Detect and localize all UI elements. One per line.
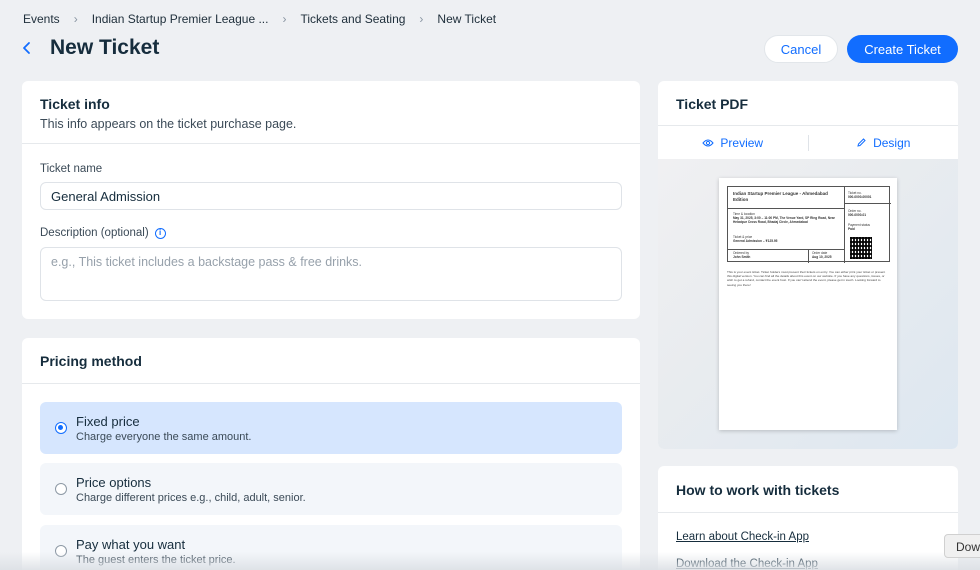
description-label: Description (optional) i — [40, 227, 166, 239]
order-date-value: Aug 10, 2025 — [812, 255, 832, 260]
ticket-info-card: Ticket info This info appears on the tic… — [22, 81, 640, 319]
pricing-method-card: Pricing method Fixed price Charge everyo… — [22, 338, 640, 570]
ticket-event-name: Indian Startup Premier League - Ahmedaba… — [733, 191, 828, 202]
ticket-info-header: Ticket info This info appears on the tic… — [40, 96, 296, 131]
how-to-card: How to work with tickets Learn about Che… — [658, 466, 958, 570]
preview-tab[interactable]: Preview — [658, 136, 808, 150]
pricing-option-fixed[interactable]: Fixed price Charge everyone the same amo… — [40, 402, 622, 454]
ticket-details-box: Indian Startup Premier League - Ahmedaba… — [727, 186, 891, 263]
payment-status-value: Paid — [848, 227, 855, 232]
description-label-text: Description (optional) — [40, 227, 149, 239]
option-subtitle: Charge different prices e.g., child, adu… — [76, 492, 306, 504]
ticket-price-block: Ticket & price General Admission – ₹125.… — [733, 235, 838, 243]
ticket-note: This is your event ticket. Ticket holder… — [727, 270, 886, 287]
ticket-no-block: Ticket no. 000-0000-00001 — [848, 191, 890, 199]
divider — [22, 383, 640, 384]
radio-button[interactable] — [55, 483, 67, 495]
eye-icon — [702, 139, 715, 146]
pricing-option-pay-what-you-want[interactable]: Pay what you want The guest enters the t… — [40, 525, 622, 570]
ticket-no-value: 000-0000-00001 — [848, 195, 872, 200]
back-arrow-icon[interactable] — [20, 38, 34, 58]
preview-label: Preview — [720, 135, 764, 150]
page-title: New Ticket — [50, 36, 160, 59]
breadcrumb-event[interactable]: Indian Startup Premier League ... — [92, 12, 269, 26]
time-location-value: May 31, 2025, 3:00 – 11:00 PM, The Venue… — [733, 216, 835, 225]
pdf-tabs: Preview Design — [658, 125, 958, 159]
breadcrumb-events[interactable]: Events — [23, 12, 60, 26]
divider — [658, 512, 958, 513]
learn-check-in-link[interactable]: Learn about Check-in App — [676, 531, 809, 543]
cancel-button[interactable]: Cancel — [764, 35, 838, 63]
download-check-in-link[interactable]: Download the Check-in App — [676, 558, 818, 570]
description-textarea[interactable]: e.g., This ticket includes a backstage p… — [40, 247, 622, 301]
option-subtitle: Charge everyone the same amount. — [76, 431, 252, 443]
ticket-pdf-title: Ticket PDF — [676, 96, 749, 112]
ticket-pdf-card: Ticket PDF Preview Design Indian Startup… — [658, 81, 958, 449]
pdf-preview-area: Indian Startup Premier League - Ahmedaba… — [658, 159, 958, 449]
chevron-right-icon: › — [282, 12, 287, 26]
option-subtitle: The guest enters the ticket price. — [76, 554, 236, 566]
radio-button[interactable] — [55, 422, 67, 434]
ticket-info-subtitle: This info appears on the ticket purchase… — [40, 117, 297, 131]
design-tab[interactable]: Design — [809, 136, 959, 150]
ticket-name-label-text: Ticket name — [40, 163, 103, 175]
order-no-value: 000-0000-01 — [848, 213, 867, 218]
time-location-block: Time & location May 31, 2025, 3:00 – 11:… — [733, 212, 838, 224]
how-to-title: How to work with tickets — [676, 482, 840, 498]
breadcrumb-tickets-seating[interactable]: Tickets and Seating — [300, 12, 405, 26]
ordered-by-block: Ordered by John Smith — [733, 251, 803, 259]
breadcrumb-current: New Ticket — [437, 12, 497, 26]
option-title: Pay what you want — [76, 537, 186, 552]
order-no-block: Order no. 000-0000-01 — [848, 209, 890, 217]
divider — [808, 249, 809, 263]
chevron-right-icon: › — [419, 12, 424, 26]
order-date-block: Order date Aug 10, 2025 — [812, 251, 844, 259]
option-title: Fixed price — [76, 414, 140, 429]
create-ticket-button[interactable]: Create Ticket — [847, 35, 958, 63]
info-icon[interactable]: i — [154, 227, 166, 239]
chevron-right-icon: › — [73, 12, 78, 26]
option-title: Price options — [76, 475, 152, 490]
ordered-by-value: John Smith — [733, 255, 751, 260]
breadcrumb: Events › Indian Startup Premier League .… — [23, 12, 496, 26]
divider — [728, 249, 844, 250]
divider — [22, 143, 640, 144]
divider — [844, 203, 891, 204]
qr-code-icon — [850, 237, 872, 259]
ticket-name-label: Ticket name — [40, 163, 102, 175]
design-label: Design — [873, 135, 911, 150]
ticket-price-value: General Admission – ₹125.95 — [733, 239, 778, 244]
pricing-title: Pricing method — [40, 353, 142, 369]
divider — [844, 187, 845, 263]
ticket-info-title: Ticket info — [40, 96, 110, 112]
download-chip[interactable]: Dow — [944, 534, 980, 558]
pencil-icon — [857, 138, 866, 147]
pricing-option-price-options[interactable]: Price options Charge different prices e.… — [40, 463, 622, 515]
payment-status-block: Payment status Paid — [848, 223, 890, 231]
divider — [728, 208, 844, 209]
radio-button[interactable] — [55, 545, 67, 557]
ticket-pdf-preview[interactable]: Indian Startup Premier League - Ahmedaba… — [719, 178, 897, 430]
ticket-name-input[interactable]: General Admission — [40, 182, 622, 210]
